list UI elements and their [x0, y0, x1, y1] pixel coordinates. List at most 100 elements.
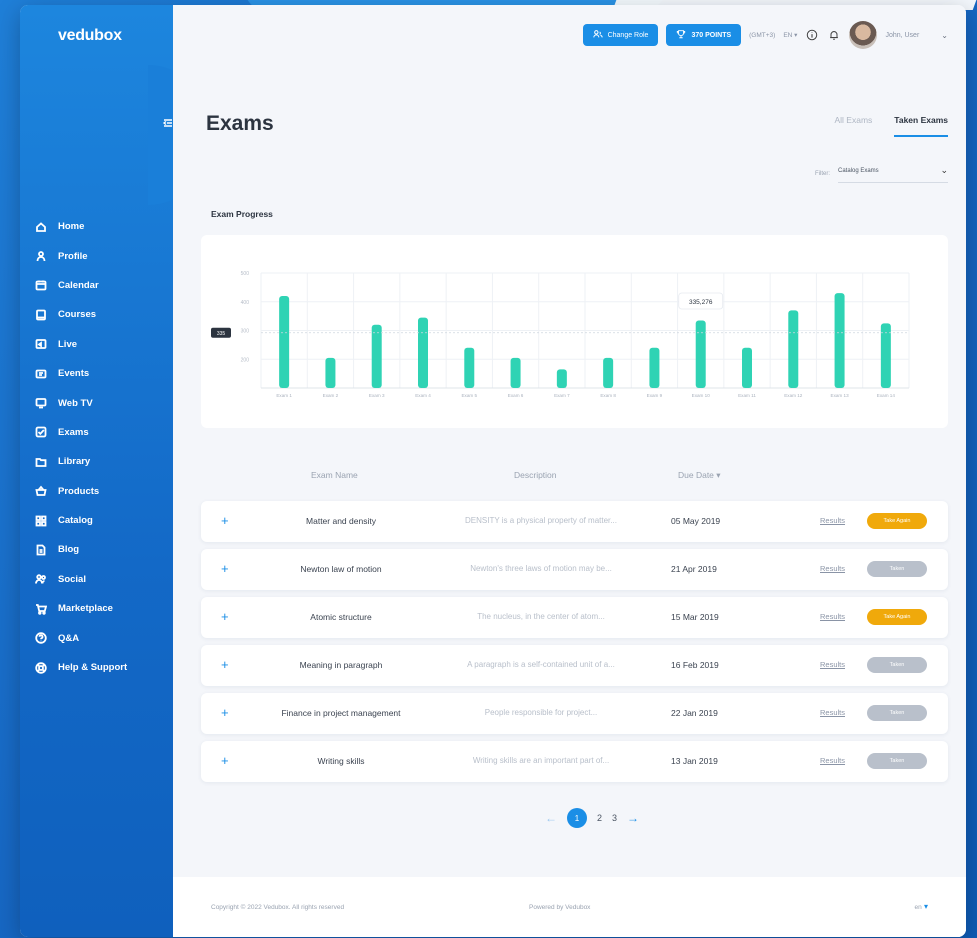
bell-icon[interactable]: [827, 28, 841, 42]
expand-plus-icon[interactable]: +: [221, 513, 229, 528]
bar: [418, 317, 428, 388]
header-due-date[interactable]: Due Date ▾: [678, 470, 721, 481]
due-date: 22 Jan 2019: [671, 708, 718, 718]
x-tick-label: Exam 6: [508, 393, 524, 398]
x-tick-label: Exam 11: [738, 393, 756, 398]
bar: [556, 369, 567, 388]
footer-language[interactable]: en ▾: [915, 902, 928, 911]
x-tick-label: Exam 13: [831, 393, 850, 398]
page-2[interactable]: 2: [597, 813, 602, 823]
x-tick-label: Exam 5: [461, 393, 477, 398]
tooltip-value: 335,276: [689, 299, 713, 306]
page-3[interactable]: 3: [612, 813, 617, 823]
points-label: 370 POINTS: [691, 31, 732, 39]
y-tick-label: 200: [241, 357, 250, 363]
sidebar-item-exams[interactable]: Exams: [34, 418, 169, 447]
table-row[interactable]: + Newton law of motion Newton's three laws…: [201, 549, 948, 590]
table-row[interactable]: + Atomic structure The nucleus, in the cen…: [201, 597, 948, 638]
sidebar-item-courses[interactable]: Courses: [34, 300, 169, 329]
change-role-button[interactable]: Change Role: [582, 24, 659, 46]
next-page-icon[interactable]: →: [627, 811, 639, 825]
prev-page-icon[interactable]: ←: [545, 811, 557, 825]
expand-plus-icon[interactable]: +: [221, 561, 229, 576]
expand-plus-icon[interactable]: +: [221, 753, 229, 768]
results-link[interactable]: Results: [820, 660, 845, 669]
sidebar-item-blog[interactable]: Blog: [34, 535, 169, 564]
exam-description: Writing skills are an important part of.…: [472, 756, 610, 765]
page-1[interactable]: 1: [567, 808, 587, 828]
table-row[interactable]: + Writing skills Writing skills are an imp…: [201, 741, 948, 782]
sidebar-item-products[interactable]: Products: [34, 477, 169, 506]
footer: Copyright © 2022 Vedubox. All rights res…: [173, 877, 966, 937]
header-description[interactable]: Description: [514, 470, 557, 480]
page-title: Exams: [206, 112, 274, 135]
info-icon[interactable]: [805, 28, 819, 42]
user-name[interactable]: John, User: [885, 32, 919, 39]
sidebar-item-catalog[interactable]: Catalog: [34, 506, 169, 535]
exam-tabs: All Exams Taken Exams: [834, 115, 948, 137]
table-row[interactable]: + Meaning in paragraph A paragraph is a se…: [201, 645, 948, 686]
sidebar-item-help-support[interactable]: Help & Support: [34, 653, 169, 682]
exam-name: Finance in project management: [281, 708, 401, 718]
chevron-down-icon[interactable]: ⌄: [941, 31, 948, 40]
results-link[interactable]: Results: [820, 708, 845, 717]
x-tick-label: Exam 9: [647, 393, 663, 398]
results-link[interactable]: Results: [820, 756, 845, 765]
status-button[interactable]: Take Again: [867, 513, 927, 529]
sidebar-item-q-a[interactable]: Q&A: [34, 623, 169, 652]
expand-plus-icon[interactable]: +: [221, 705, 229, 720]
sidebar-item-calendar[interactable]: Calendar: [34, 271, 169, 300]
points-button[interactable]: 370 POINTS: [666, 24, 742, 46]
sidebar-item-home[interactable]: Home: [34, 212, 169, 241]
expand-plus-icon[interactable]: +: [221, 609, 229, 624]
bar: [510, 357, 521, 388]
tab-taken-exams[interactable]: Taken Exams: [894, 115, 948, 137]
status-button[interactable]: Taken: [867, 657, 927, 673]
sidebar-item-web-tv[interactable]: Web TV: [34, 388, 169, 417]
sidebar-item-profile[interactable]: Profile: [34, 241, 169, 270]
exam-name: Meaning in paragraph: [299, 660, 383, 670]
sidebar-item-live[interactable]: Live: [34, 330, 169, 359]
table-row[interactable]: + Matter and density DENSITY is a physical…: [201, 501, 948, 542]
expand-plus-icon[interactable]: +: [221, 657, 229, 672]
results-link[interactable]: Results: [820, 516, 845, 525]
sidebar-item-label: Home: [58, 221, 85, 233]
y-tick-label: 500: [241, 271, 250, 277]
bar: [279, 296, 290, 388]
logo[interactable]: vedubox: [58, 27, 122, 45]
bar: [464, 347, 475, 388]
status-button[interactable]: Taken: [867, 753, 927, 769]
filter-label: Filter:: [815, 171, 830, 177]
tv-icon: [34, 396, 48, 410]
sidebar-item-marketplace[interactable]: Marketplace: [34, 594, 169, 623]
exam-description: People responsible for project...: [484, 708, 598, 717]
exam-name: Writing skills: [317, 756, 365, 766]
lifebuoy-icon: [34, 661, 48, 675]
sidebar-item-label: Live: [58, 338, 78, 350]
status-button[interactable]: Taken: [867, 561, 927, 577]
status-button[interactable]: Take Again: [867, 609, 927, 625]
language-select[interactable]: EN ▾: [783, 31, 797, 39]
table-row[interactable]: + Finance in project management People res…: [201, 693, 948, 734]
sidebar-item-label: Profile: [58, 250, 88, 262]
filter-select[interactable]: Catalog Exams ⌄: [838, 165, 948, 183]
sidebar-item-events[interactable]: Events: [34, 359, 169, 388]
sidebar-item-label: Catalog: [58, 515, 93, 527]
sidebar-item-library[interactable]: Library: [34, 447, 169, 476]
results-link[interactable]: Results: [820, 564, 845, 573]
tab-all-exams[interactable]: All Exams: [834, 115, 872, 137]
bar: [325, 357, 336, 388]
bar: [742, 347, 752, 388]
exam-name: Newton law of motion: [300, 564, 382, 574]
avatar[interactable]: [849, 21, 878, 49]
change-role-label: Change Role: [607, 31, 649, 39]
sidebar-item-label: Blog: [58, 544, 80, 556]
sidebar-item-social[interactable]: Social: [34, 565, 169, 594]
exam-progress-chart: 200 300 400 500 Exam 1 Exam 2 Exam 3 Exam 4 Exam…: [201, 235, 948, 428]
app-window: vedubox Home Profile Calendar Courses Live Ev…: [20, 5, 966, 937]
timezone-label[interactable]: (GMT+3): [749, 32, 775, 39]
header-exam-name[interactable]: Exam Name: [311, 470, 358, 480]
results-link[interactable]: Results: [820, 612, 845, 621]
question-icon: [34, 631, 48, 645]
status-button[interactable]: Taken: [867, 705, 927, 721]
